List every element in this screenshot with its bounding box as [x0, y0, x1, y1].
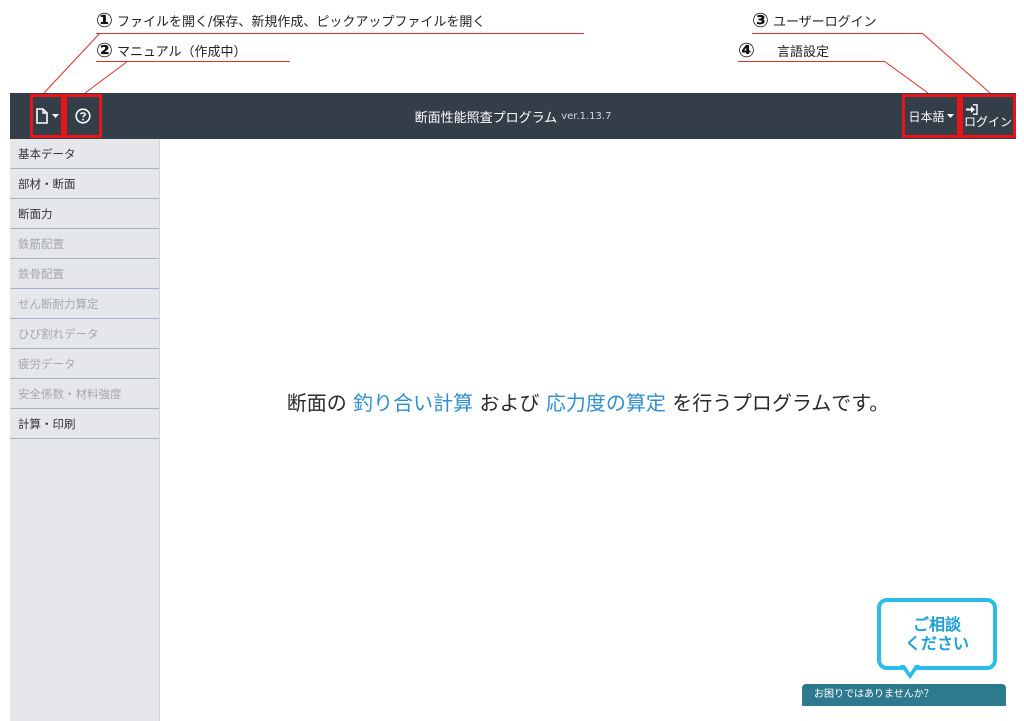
sidebar-item-basic-data[interactable]: 基本データ [10, 139, 159, 169]
app-title: 断面性能照査プログラム ver.1.13.7 [414, 110, 612, 126]
hero-highlight-stress: 応力度の算定 [545, 391, 666, 415]
sidebar-item-crack-data[interactable]: ひび割れデータ [10, 319, 159, 349]
app-header: 断面性能照査プログラム ver.1.13.7 日本語 ログイン [10, 93, 1016, 139]
sidebar-nav: 基本データ 部材・断面 断面力 鉄筋配置 鉄骨配置 せん断耐力算定 ひび割れデー… [10, 139, 160, 721]
sidebar-item-member-section[interactable]: 部材・断面 [10, 169, 159, 199]
app-version: ver.1.13.7 [561, 110, 612, 122]
sidebar-item-safety-factors[interactable]: 安全係数・材料強度 [10, 379, 159, 409]
sidebar-item-calc-print[interactable]: 計算・印刷 [10, 409, 159, 439]
chat-bubble-tail-inner [904, 664, 916, 673]
leader-line-1 [43, 32, 101, 94]
sidebar-item-rebar-layout[interactable]: 鉄筋配置 [10, 229, 159, 259]
leader-line-2 [84, 60, 129, 94]
chat-help-bar[interactable]: お困りではありませんか？ [802, 684, 1006, 706]
sidebar-item-shear-capacity[interactable]: せん断耐力算定 [10, 289, 159, 319]
hero-highlight-equilibrium: 釣り合い計算 [353, 391, 474, 415]
chat-consult-bubble[interactable]: ご相談 ください [877, 598, 997, 670]
leader-line-3 [921, 32, 991, 94]
sidebar-item-steel-layout[interactable]: 鉄骨配置 [10, 259, 159, 289]
highlight-box-4 [902, 94, 960, 138]
highlight-box-3 [960, 94, 1016, 138]
leader-line-4 [883, 60, 929, 94]
sidebar-item-fatigue-data[interactable]: 疲労データ [10, 349, 159, 379]
hero-message: 断面の 釣り合い計算 および 応力度の算定 を行うプログラムです。 [286, 391, 890, 415]
sidebar-item-section-force[interactable]: 断面力 [10, 199, 159, 229]
